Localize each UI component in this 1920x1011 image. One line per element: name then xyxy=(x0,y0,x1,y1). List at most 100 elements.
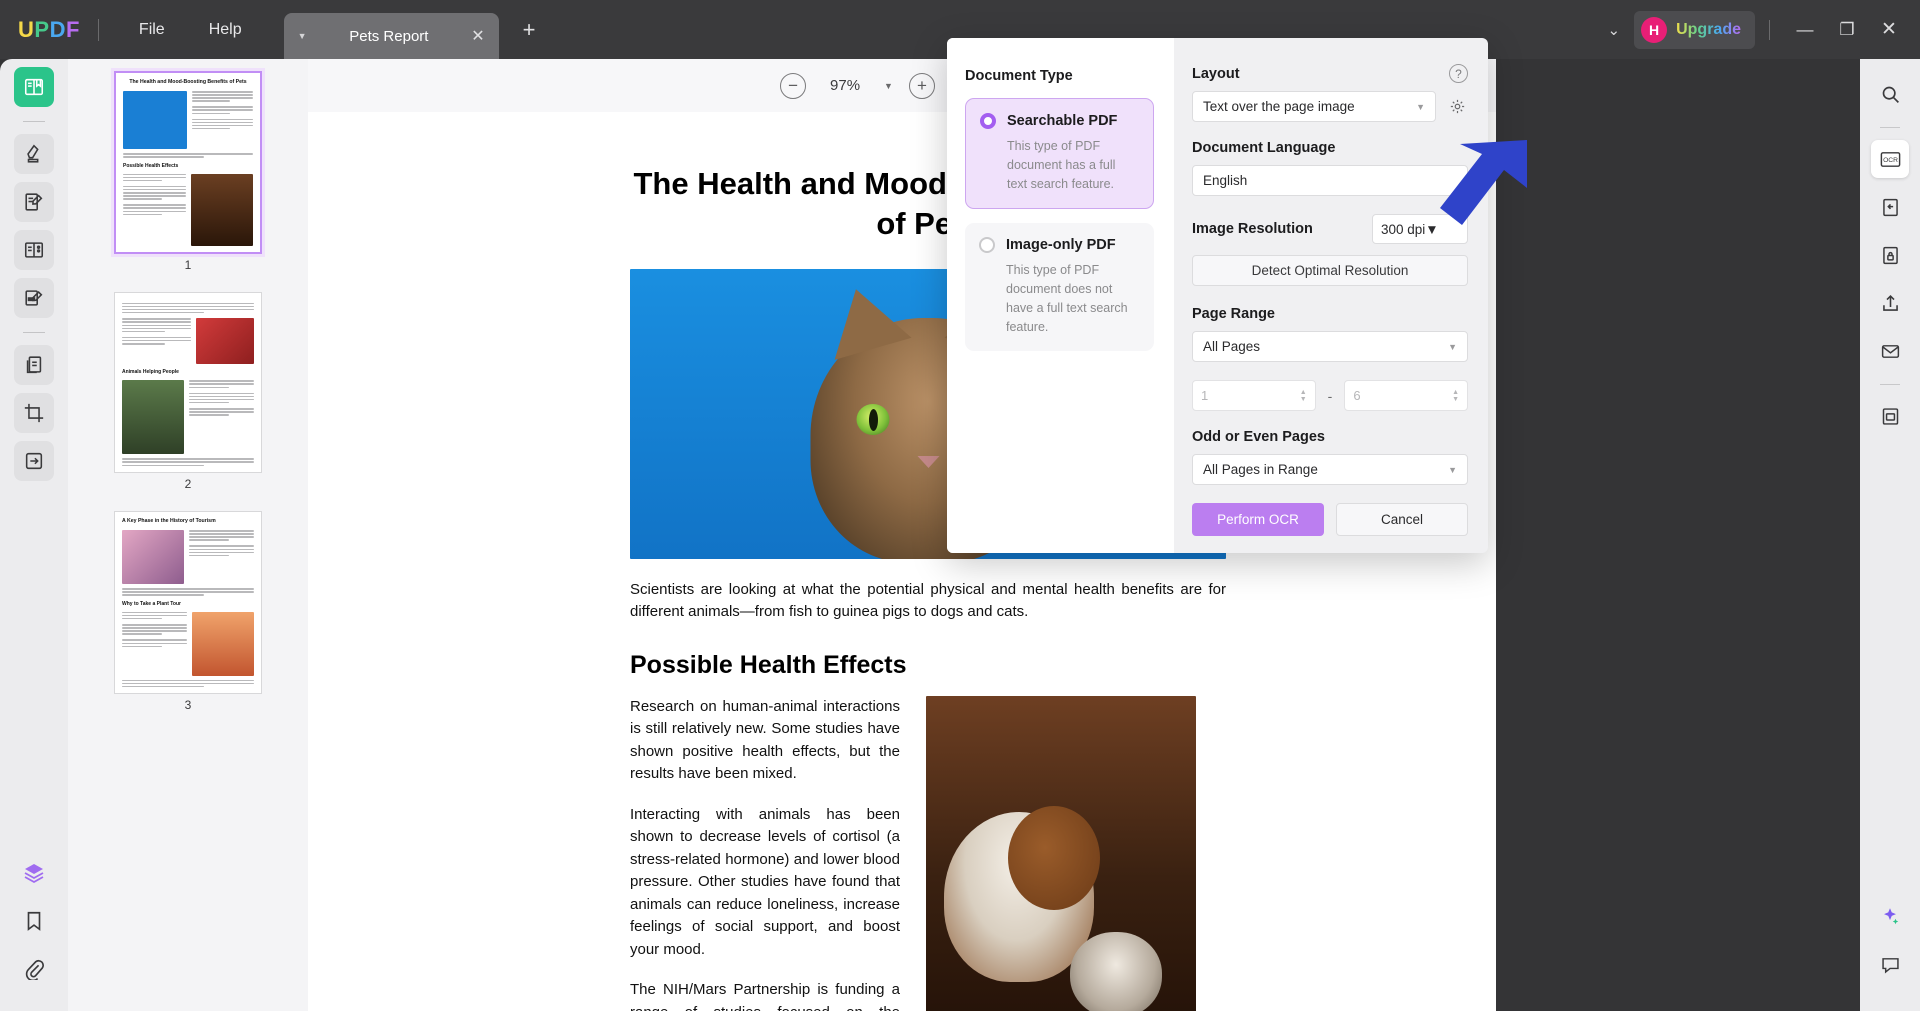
stepper-arrows-icon[interactable]: ▲ ▼ xyxy=(1300,389,1307,403)
option-image-only-pdf[interactable]: Image-only PDF This type of PDF document… xyxy=(965,223,1154,352)
sidebar-item-layers[interactable] xyxy=(14,853,54,893)
menu-file[interactable]: File xyxy=(117,13,187,47)
stepper-arrows-icon[interactable]: ▲ ▼ xyxy=(1452,389,1459,403)
tab-caret-icon[interactable]: ▼ xyxy=(298,31,307,41)
cancel-button[interactable]: Cancel xyxy=(1336,503,1468,536)
avatar[interactable]: H xyxy=(1641,16,1668,43)
print-icon-button[interactable] xyxy=(1871,397,1909,435)
upgrade-button[interactable]: H Upgrade xyxy=(1634,10,1755,49)
thumb-text-lines xyxy=(189,530,254,584)
thumbnail-page-3[interactable]: A Key Phase in the History of Tourism Wh… xyxy=(114,511,262,695)
thumb-line xyxy=(122,682,254,685)
zoom-level-value[interactable]: 97% xyxy=(822,77,868,94)
thumb-line xyxy=(189,408,254,410)
convert-icon xyxy=(25,452,43,470)
email-icon-button[interactable] xyxy=(1871,332,1909,370)
thumb-line xyxy=(123,156,204,158)
thumb-line xyxy=(122,336,191,339)
thumb-line xyxy=(122,624,187,626)
thumb-line xyxy=(189,380,254,382)
page-from-input[interactable]: 1 ▲ ▼ xyxy=(1192,380,1316,411)
thumb-subheading-1: Possible Health Effects xyxy=(123,162,179,169)
ocr-icon-button[interactable]: OCR xyxy=(1871,140,1909,178)
sidebar-item-annotate[interactable] xyxy=(14,278,54,318)
thumb-line xyxy=(123,185,186,188)
page-to-input[interactable]: 6 ▲ ▼ xyxy=(1344,380,1469,411)
sidebar-item-crop[interactable] xyxy=(14,393,54,433)
sidebar-item-page[interactable] xyxy=(14,345,54,385)
new-tab-button[interactable]: + xyxy=(523,17,536,43)
chat-icon xyxy=(1881,957,1899,973)
layout-select[interactable]: Text over the page image ▼ xyxy=(1192,91,1436,122)
share-icon-button[interactable] xyxy=(1871,284,1909,322)
odd-even-select[interactable]: All Pages in Range ▼ xyxy=(1192,454,1468,485)
chevron-down-icon: ▼ xyxy=(1448,341,1457,352)
feedback-icon-button[interactable] xyxy=(1871,945,1909,983)
thumb-text-lines xyxy=(122,679,254,688)
radio-image-only-pdf[interactable] xyxy=(979,237,995,254)
window-controls-divider xyxy=(1769,19,1770,40)
thumbnail-page-2[interactable]: Animals Helping People xyxy=(114,291,262,474)
left-tool-rail xyxy=(0,59,68,1011)
thumb-line xyxy=(189,551,254,554)
updf-logo: U P D F xyxy=(18,17,80,43)
ocr-dialog[interactable]: Document Type Searchable PDF This type o… xyxy=(947,38,1488,553)
gear-icon[interactable] xyxy=(1446,96,1468,118)
thumb-line xyxy=(189,414,230,416)
thumb-text-lines xyxy=(122,611,187,676)
tab-close-icon[interactable]: ✕ xyxy=(471,26,484,46)
zoom-in-button[interactable]: + xyxy=(908,72,935,99)
odd-even-label: Odd or Even Pages xyxy=(1192,429,1325,445)
radio-searchable-pdf[interactable] xyxy=(980,113,996,129)
thumbnail-panel[interactable]: The Health and Mood-Boosting Benefits of… xyxy=(68,59,308,1011)
ai-assistant-icon-button[interactable] xyxy=(1871,897,1909,935)
thumb-line xyxy=(123,198,163,200)
sidebar-item-convert[interactable] xyxy=(14,441,54,481)
search-icon-button[interactable] xyxy=(1871,75,1909,113)
sidebar-item-edit-pdf[interactable] xyxy=(14,182,54,222)
resolution-row: Image Resolution 300 dpi ▼ xyxy=(1192,214,1468,244)
compress-icon-button[interactable] xyxy=(1871,188,1909,226)
annotate-icon xyxy=(25,290,43,306)
logo-letter-u: U xyxy=(18,16,35,42)
restore-button[interactable]: ❐ xyxy=(1826,20,1868,40)
thumb-line xyxy=(123,204,186,206)
protect-icon-button[interactable] xyxy=(1871,236,1909,274)
paperclip-icon xyxy=(25,959,44,980)
thumb-line xyxy=(123,195,186,197)
dog-cat-photo xyxy=(926,695,1196,1011)
language-select[interactable]: English xyxy=(1192,165,1468,196)
thumb-line xyxy=(189,411,254,413)
close-button[interactable]: ✕ xyxy=(1868,18,1910,41)
page-range-select[interactable]: All Pages ▼ xyxy=(1192,331,1468,362)
document-tab[interactable]: ▼ Pets Report ✕ xyxy=(283,13,499,59)
help-icon[interactable]: ? xyxy=(1449,64,1468,83)
option-searchable-pdf[interactable]: Searchable PDF This type of PDF document… xyxy=(965,98,1154,210)
menu-help[interactable]: Help xyxy=(187,13,264,47)
thumb-line xyxy=(122,321,191,323)
reader-icon xyxy=(24,78,44,96)
thumbnail-page-1[interactable]: The Health and Mood-Boosting Benefits of… xyxy=(114,71,262,254)
sidebar-item-highlight[interactable] xyxy=(14,134,54,174)
right-tool-rail: OCR xyxy=(1860,59,1920,1011)
thumb-line xyxy=(123,210,186,213)
sidebar-item-bookmark[interactable] xyxy=(14,901,54,941)
detect-optimal-resolution-button[interactable]: Detect Optimal Resolution xyxy=(1192,255,1468,286)
thumb-image xyxy=(122,530,184,585)
perform-ocr-button[interactable]: Perform OCR xyxy=(1192,503,1324,536)
organize-pages-icon xyxy=(24,242,44,258)
sidebar-item-attachment[interactable] xyxy=(14,949,54,989)
thumb-line xyxy=(122,343,165,345)
ocr-icon: OCR xyxy=(1880,151,1900,167)
zoom-out-button[interactable]: − xyxy=(780,72,807,99)
chevron-down-icon[interactable]: ⌄ xyxy=(1594,21,1635,39)
minimize-button[interactable]: — xyxy=(1784,20,1826,40)
sidebar-item-reader[interactable] xyxy=(14,67,54,107)
thumb-line xyxy=(122,458,254,460)
sidebar-item-organize[interactable] xyxy=(14,230,54,270)
logo-letter-d: D xyxy=(49,16,66,42)
right-rail-divider-1 xyxy=(1880,127,1900,128)
thumb-image xyxy=(123,91,187,150)
zoom-dropdown-caret-icon[interactable]: ▼ xyxy=(884,81,893,91)
page-text-column: Research on human-animal interactions is… xyxy=(630,696,900,1011)
